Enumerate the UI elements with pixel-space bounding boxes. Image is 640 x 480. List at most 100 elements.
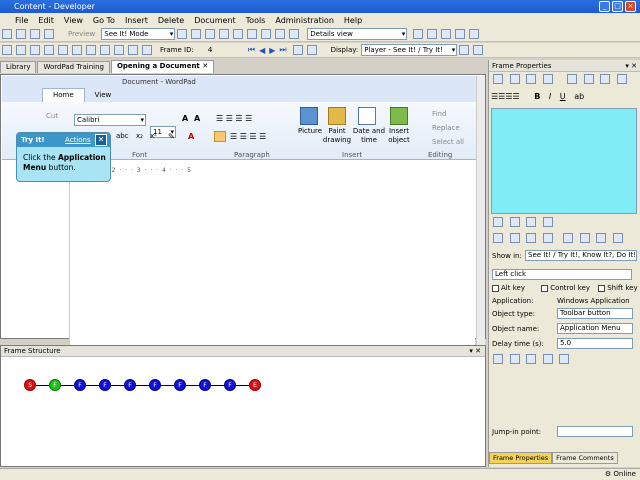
shrink-font-icon[interactable]: A bbox=[194, 114, 200, 123]
paste-icon[interactable] bbox=[526, 74, 537, 84]
menu-insert[interactable]: Insert bbox=[120, 16, 153, 25]
frame-icon[interactable] bbox=[58, 45, 68, 55]
tab-frame-properties[interactable]: Frame Properties bbox=[489, 452, 553, 464]
layout-4-icon[interactable] bbox=[455, 29, 466, 39]
undo-icon[interactable] bbox=[30, 29, 40, 39]
show-in-select[interactable]: See It! / Try It!, Know It?, Do It! bbox=[525, 250, 637, 261]
frame-node[interactable]: F bbox=[224, 379, 236, 391]
font-color-icon[interactable] bbox=[600, 74, 611, 84]
cut-icon[interactable] bbox=[177, 29, 188, 39]
sound-icon[interactable] bbox=[100, 45, 110, 55]
play-icon[interactable] bbox=[306, 45, 317, 55]
view-select[interactable]: Details view bbox=[307, 28, 408, 40]
window-split-icon[interactable] bbox=[473, 45, 484, 55]
underline-icon[interactable]: U bbox=[560, 92, 566, 101]
menu-edit[interactable]: Edit bbox=[33, 16, 59, 25]
link-icon[interactable] bbox=[261, 29, 272, 39]
first-frame-icon[interactable]: ⏮ bbox=[248, 45, 255, 55]
rectangle-icon[interactable] bbox=[509, 354, 520, 364]
shift-key-checkbox[interactable] bbox=[598, 284, 606, 292]
hand-icon[interactable] bbox=[526, 233, 537, 243]
layout-1-icon[interactable] bbox=[413, 29, 424, 39]
frame-node[interactable]: F bbox=[149, 379, 161, 391]
bubble-close-icon[interactable]: ✕ bbox=[95, 134, 107, 146]
menu-document[interactable]: Document bbox=[189, 16, 240, 25]
window-icon[interactable] bbox=[596, 233, 607, 243]
redo-icon[interactable] bbox=[44, 29, 54, 39]
capture-icon[interactable] bbox=[563, 233, 574, 243]
preview-button[interactable]: Preview bbox=[68, 30, 95, 38]
close-window-button[interactable]: × bbox=[625, 1, 636, 12]
window-layout-icon[interactable] bbox=[459, 45, 470, 55]
layout-5-icon[interactable] bbox=[469, 29, 480, 39]
highlight-icon[interactable]: ✎ bbox=[168, 132, 175, 141]
font-color-icon[interactable]: A bbox=[188, 132, 194, 141]
grid-icon[interactable] bbox=[579, 233, 590, 243]
bubble-preview[interactable] bbox=[491, 108, 637, 214]
web-icon[interactable] bbox=[128, 45, 138, 55]
frame-node[interactable]: F bbox=[74, 379, 86, 391]
text-icon[interactable] bbox=[44, 45, 54, 55]
align-icons[interactable]: ☰☰☰☰ bbox=[491, 92, 520, 101]
prev-frame-icon[interactable]: ◀ bbox=[259, 46, 265, 55]
image-icon[interactable] bbox=[86, 45, 96, 55]
add-icon[interactable] bbox=[30, 45, 40, 55]
control-key-checkbox[interactable] bbox=[541, 284, 549, 292]
publish-icon[interactable] bbox=[275, 29, 286, 39]
cut-button[interactable]: Cut bbox=[46, 112, 58, 120]
font-icon[interactable] bbox=[567, 74, 578, 84]
export-icon[interactable] bbox=[114, 45, 124, 55]
menu-file[interactable]: File bbox=[10, 16, 33, 25]
close-tab-icon[interactable]: ✕ bbox=[202, 62, 208, 70]
minimize-button[interactable]: _ bbox=[599, 1, 610, 12]
insert-object-icon[interactable] bbox=[390, 107, 408, 125]
display-select[interactable]: Player - See It! / Try It! bbox=[361, 44, 458, 56]
frame-node[interactable]: F bbox=[124, 379, 136, 391]
subscript-icon[interactable]: x₂ bbox=[136, 132, 143, 140]
alt-key-checkbox[interactable] bbox=[492, 284, 499, 292]
accessibility-icon[interactable] bbox=[526, 354, 537, 364]
align-left-icon[interactable] bbox=[214, 131, 226, 142]
help-icon[interactable] bbox=[142, 45, 152, 55]
paint-icon[interactable] bbox=[328, 107, 346, 125]
superscript-icon[interactable]: x² bbox=[150, 132, 157, 140]
pointer-icon[interactable] bbox=[542, 233, 553, 243]
insert-object-button[interactable]: Insert object bbox=[386, 127, 412, 145]
tab-frame-comments[interactable]: Frame Comments bbox=[552, 452, 618, 464]
outline-icon[interactable] bbox=[247, 29, 258, 39]
frame-node-current[interactable]: F bbox=[49, 379, 61, 391]
spell-check-icon[interactable]: ab bbox=[574, 92, 584, 101]
record-icon[interactable] bbox=[72, 45, 82, 55]
maximize-button[interactable]: □ bbox=[612, 1, 623, 12]
frame-node[interactable]: F bbox=[199, 379, 211, 391]
frame-node-start[interactable]: S bbox=[24, 379, 36, 391]
settings-icon[interactable] bbox=[2, 45, 12, 55]
background-icon[interactable] bbox=[616, 74, 627, 84]
copy-icon[interactable] bbox=[191, 29, 202, 39]
delay-time-input[interactable]: 5.0 bbox=[557, 338, 633, 349]
date-time-icon[interactable] bbox=[358, 107, 376, 125]
next-frame-icon[interactable]: ▶ bbox=[269, 46, 275, 55]
print-icon[interactable] bbox=[289, 29, 300, 39]
screen-icon[interactable] bbox=[612, 233, 623, 243]
tab-opening-a-document[interactable]: Opening a Document ✕ bbox=[110, 60, 215, 73]
replace-button[interactable]: Replace bbox=[432, 124, 460, 132]
frame-node[interactable]: F bbox=[99, 379, 111, 391]
insert-picture-button[interactable]: Picture bbox=[298, 127, 322, 135]
ribbon-tab-view[interactable]: View bbox=[85, 91, 122, 99]
font-name-select[interactable]: Calibri bbox=[74, 114, 146, 126]
align-other-icons[interactable]: ☰ ☰ ☰ ☰ bbox=[230, 132, 266, 141]
picture-icon[interactable] bbox=[300, 107, 318, 125]
menu-view[interactable]: View bbox=[59, 16, 88, 25]
italic-icon[interactable]: I bbox=[549, 92, 551, 101]
object-name-input[interactable]: Application Menu bbox=[557, 323, 633, 334]
new-icon[interactable] bbox=[2, 29, 12, 39]
jump-in-input[interactable] bbox=[557, 426, 633, 437]
action-tab-icon[interactable] bbox=[493, 217, 503, 227]
bold-icon[interactable]: B bbox=[534, 92, 540, 101]
hotspot-icon[interactable] bbox=[493, 354, 503, 364]
strikethrough-icon[interactable]: abc bbox=[116, 132, 129, 140]
copy-icon[interactable] bbox=[509, 74, 520, 84]
delete-icon[interactable] bbox=[219, 29, 230, 39]
ribbon-tab-home[interactable]: Home bbox=[42, 88, 85, 102]
